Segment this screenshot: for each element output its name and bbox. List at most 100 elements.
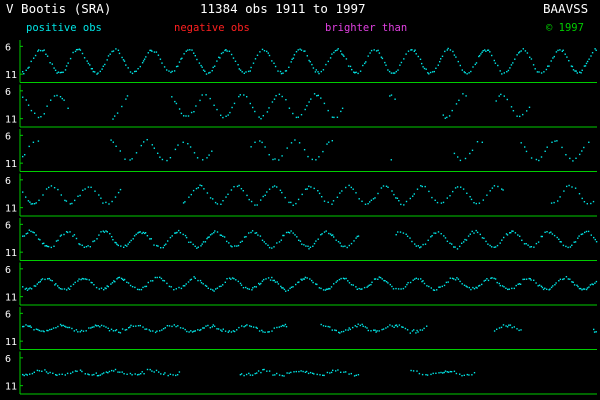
obs-point <box>219 57 221 59</box>
obs-point <box>510 232 512 234</box>
obs-point <box>288 66 290 68</box>
obs-point <box>566 185 568 188</box>
obs-point <box>350 372 352 375</box>
obs-point <box>400 288 402 290</box>
obs-point <box>125 64 127 66</box>
obs-point <box>224 281 226 283</box>
obs-point <box>177 325 179 327</box>
obs-point <box>67 287 70 289</box>
obs-point <box>348 282 351 284</box>
obs-point <box>240 188 243 190</box>
obs-point <box>112 118 114 120</box>
obs-point <box>294 139 296 141</box>
obs-point <box>77 280 79 282</box>
obs-point <box>110 139 112 141</box>
obs-point <box>297 49 299 51</box>
obs-point <box>338 278 341 281</box>
obs-point <box>457 278 460 280</box>
obs-point <box>487 243 489 245</box>
obs-point <box>584 231 586 234</box>
obs-point <box>581 197 583 200</box>
obs-point <box>222 235 224 237</box>
obs-point <box>225 196 227 198</box>
obs-point <box>97 325 99 327</box>
obs-point <box>433 289 436 291</box>
obs-point <box>64 374 66 376</box>
obs-point <box>209 71 211 74</box>
obs-point <box>331 203 333 205</box>
obs-point <box>345 186 347 189</box>
obs-point <box>158 371 160 373</box>
obs-point <box>266 370 268 372</box>
obs-point <box>586 287 589 289</box>
obs-point <box>333 116 335 119</box>
obs-point <box>233 102 236 105</box>
obs-point <box>340 110 342 113</box>
obs-point <box>342 54 344 56</box>
obs-point <box>365 61 367 63</box>
obs-point <box>228 242 230 244</box>
obs-point <box>266 50 268 53</box>
obs-point <box>351 68 353 71</box>
obs-point <box>100 324 103 327</box>
obs-point <box>145 56 147 58</box>
obs-point <box>175 102 178 105</box>
obs-point <box>444 117 446 119</box>
obs-point <box>442 372 444 374</box>
obs-point <box>595 280 598 283</box>
obs-point <box>55 283 57 285</box>
obs-point <box>572 281 574 283</box>
obs-point <box>563 190 565 192</box>
obs-point <box>228 330 230 332</box>
obs-point <box>246 287 249 290</box>
obs-point <box>417 331 419 333</box>
obs-point <box>565 245 567 248</box>
obs-point <box>355 192 357 194</box>
obs-point <box>434 199 436 201</box>
obs-point <box>28 66 30 68</box>
obs-point <box>380 187 383 189</box>
obs-point <box>385 185 388 187</box>
obs-point <box>177 144 179 146</box>
obs-point <box>382 328 385 330</box>
obs-point <box>348 244 350 247</box>
obs-point <box>74 199 76 202</box>
obs-point <box>348 373 350 375</box>
obs-point <box>509 324 512 326</box>
obs-point <box>194 245 196 247</box>
obs-point <box>420 278 422 280</box>
obs-point <box>190 278 193 281</box>
obs-point <box>355 237 357 239</box>
obs-point <box>340 331 343 333</box>
obs-point <box>581 289 583 291</box>
obs-point <box>556 140 558 142</box>
obs-point <box>292 286 294 288</box>
obs-point <box>24 288 26 290</box>
obs-point <box>378 276 380 278</box>
obs-point <box>455 372 458 375</box>
obs-point <box>343 55 345 57</box>
obs-point <box>80 278 82 281</box>
obs-point <box>550 231 552 233</box>
obs-point <box>178 286 180 289</box>
obs-point <box>190 241 192 243</box>
obs-point <box>281 191 283 194</box>
obs-point <box>203 327 205 329</box>
obs-point <box>261 48 264 51</box>
obs-point <box>524 146 526 148</box>
obs-point <box>68 326 71 329</box>
obs-point <box>268 246 271 249</box>
obs-point <box>472 66 474 68</box>
obs-point <box>529 278 531 280</box>
obs-point <box>580 287 582 290</box>
obs-point <box>111 282 114 284</box>
obs-point <box>374 278 377 280</box>
obs-point <box>491 187 494 189</box>
obs-point <box>187 143 189 145</box>
obs-point <box>109 233 111 235</box>
obs-point <box>594 48 596 50</box>
obs-point <box>24 154 26 156</box>
obs-point <box>200 282 203 284</box>
obs-point <box>107 372 109 374</box>
obs-point <box>278 326 280 328</box>
